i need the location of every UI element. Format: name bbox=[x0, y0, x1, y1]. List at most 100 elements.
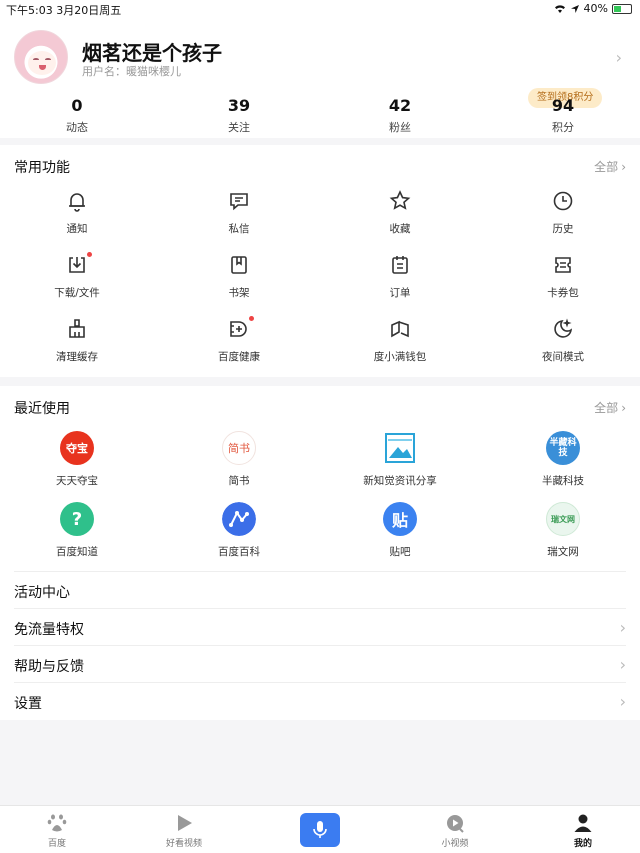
recent-more-link[interactable]: 全部 › bbox=[594, 399, 626, 416]
section-title: 最近使用 bbox=[14, 401, 70, 417]
func-clear-cache[interactable]: 清理缓存 bbox=[17, 317, 137, 364]
app-label: 百度百科 bbox=[218, 546, 260, 558]
download-icon bbox=[69, 257, 85, 273]
nickname: 烟茗还是个孩子 bbox=[82, 41, 222, 65]
battery-icon bbox=[612, 3, 632, 14]
menu-activity-center[interactable]: 活动中心 bbox=[14, 571, 626, 608]
menu-free-data[interactable]: 免流量特权 › bbox=[14, 608, 626, 645]
common-more-link[interactable]: 全部 › bbox=[594, 158, 626, 175]
common-functions-section: 常用功能 全部 › 通知 私信 收藏 历史 下载/文件 书架 订单 卡券包 清理缓… bbox=[0, 145, 640, 377]
app-banzang-tech[interactable]: 半藏科技 半藏科技 bbox=[493, 431, 633, 488]
wifi-icon bbox=[554, 4, 565, 13]
location-icon bbox=[570, 4, 579, 13]
tab-haokan-video[interactable]: 好看视频 bbox=[144, 812, 224, 849]
stat-followers[interactable]: 42 粉丝 bbox=[350, 96, 450, 135]
stat-following[interactable]: 39 关注 bbox=[189, 96, 289, 135]
clock-icon bbox=[553, 191, 573, 211]
tieba-logo: 贴 bbox=[383, 502, 417, 536]
voice-search-button[interactable] bbox=[300, 813, 340, 847]
tab-label: 好看视频 bbox=[165, 839, 202, 849]
bell-icon bbox=[69, 193, 85, 212]
tab-label: 百度 bbox=[47, 839, 66, 849]
status-right: 40% bbox=[554, 2, 632, 15]
app-label: 新知觉资讯分享 bbox=[363, 475, 437, 487]
chevron-right-icon: › bbox=[621, 160, 626, 174]
app-ruiwen[interactable]: 瑞文网 瑞文网 bbox=[493, 502, 633, 559]
mini-video-icon bbox=[447, 815, 464, 833]
bottom-tab-bar: 百度 好看视频 小视频 我的 bbox=[0, 805, 640, 853]
func-downloads[interactable]: 下载/文件 bbox=[17, 252, 137, 300]
menu-label: 免流量特权 bbox=[14, 622, 84, 638]
stat-label: 积分 bbox=[552, 121, 574, 134]
func-label: 通知 bbox=[66, 223, 88, 235]
stat-points[interactable]: 94 积分 bbox=[513, 96, 613, 135]
more-label: 全部 bbox=[594, 160, 619, 174]
func-label: 书架 bbox=[228, 287, 250, 299]
stat-label: 关注 bbox=[228, 121, 250, 134]
func-label: 卡券包 bbox=[547, 287, 579, 299]
mountain-logo-icon bbox=[385, 433, 415, 463]
chevron-right-icon: › bbox=[619, 618, 626, 637]
func-coupons[interactable]: 卡券包 bbox=[503, 253, 623, 300]
notification-dot bbox=[87, 252, 92, 257]
func-label: 夜间模式 bbox=[542, 351, 584, 363]
func-favorites[interactable]: 收藏 bbox=[340, 189, 460, 236]
avatar[interactable] bbox=[14, 30, 68, 84]
func-orders[interactable]: 订单 bbox=[340, 253, 460, 300]
func-baidu-health[interactable]: 百度健康 bbox=[179, 316, 299, 364]
tab-mini-video[interactable]: 小视频 bbox=[415, 812, 495, 849]
chevron-right-icon[interactable]: › bbox=[616, 48, 622, 67]
func-bookshelf[interactable]: 书架 bbox=[179, 253, 299, 300]
app-tiantian-duobao[interactable]: 夺宝 天天夺宝 bbox=[7, 431, 147, 488]
func-history[interactable]: 历史 bbox=[503, 189, 623, 236]
play-icon bbox=[178, 815, 192, 831]
menu-label: 活动中心 bbox=[14, 585, 70, 601]
tab-baidu[interactable]: 百度 bbox=[17, 812, 97, 849]
stat-posts[interactable]: 0 动态 bbox=[27, 96, 127, 135]
stat-value: 39 bbox=[227, 96, 251, 115]
app-label: 天天夺宝 bbox=[56, 475, 98, 487]
recent-section: 最近使用 全部 › 夺宝 天天夺宝 简书 简书 新知觉资讯分享 半藏科技 半藏科技… bbox=[0, 386, 640, 720]
func-label: 度小满钱包 bbox=[373, 351, 427, 363]
battery-percent: 40% bbox=[583, 2, 608, 15]
func-label: 历史 bbox=[552, 223, 574, 235]
banzang-logo: 半藏科技 bbox=[546, 431, 580, 465]
app-baidu-baike[interactable]: 百度百科 bbox=[169, 502, 309, 559]
wallet-icon bbox=[391, 320, 409, 338]
app-xinzhijue[interactable]: 新知觉资讯分享 bbox=[330, 431, 470, 488]
broom-icon bbox=[69, 319, 85, 338]
username: 用户名：暖猫咪樱儿 bbox=[82, 65, 181, 78]
func-wallet[interactable]: 度小满钱包 bbox=[340, 317, 460, 364]
func-label: 百度健康 bbox=[218, 351, 260, 363]
tab-mine[interactable]: 我的 bbox=[543, 812, 623, 849]
func-messages[interactable]: 私信 bbox=[179, 189, 299, 236]
more-label: 全部 bbox=[594, 401, 619, 415]
app-tieba[interactable]: 贴 贴吧 bbox=[330, 502, 470, 559]
stat-value: 42 bbox=[388, 96, 412, 115]
zhidao-logo: ? bbox=[60, 502, 94, 536]
section-title: 常用功能 bbox=[14, 160, 70, 176]
profile-header[interactable]: 烟茗还是个孩子 用户名：暖猫咪樱儿 › 签到领8积分 0 动态 39 关注 42… bbox=[0, 18, 640, 138]
chevron-right-icon: › bbox=[619, 692, 626, 711]
ruiwen-logo: 瑞文网 bbox=[546, 502, 580, 536]
tab-label: 小视频 bbox=[441, 839, 469, 849]
chevron-right-icon: › bbox=[621, 401, 626, 415]
duobao-logo: 夺宝 bbox=[60, 431, 94, 465]
app-jianshu[interactable]: 简书 简书 bbox=[169, 431, 309, 488]
person-icon bbox=[574, 814, 592, 832]
menu-help-feedback[interactable]: 帮助与反馈 › bbox=[14, 645, 626, 682]
func-label: 清理缓存 bbox=[56, 351, 98, 363]
app-baidu-zhidao[interactable]: ? 百度知道 bbox=[7, 502, 147, 559]
func-notification[interactable]: 通知 bbox=[17, 189, 137, 236]
menu-settings[interactable]: 设置 › bbox=[14, 682, 626, 719]
chevron-right-icon: › bbox=[619, 655, 626, 674]
status-time: 下午5:03 3月20日周五 bbox=[6, 4, 122, 17]
app-label: 百度知道 bbox=[56, 546, 98, 558]
menu-label: 设置 bbox=[14, 696, 42, 712]
menu-label: 帮助与反馈 bbox=[14, 659, 84, 675]
tab-label: 我的 bbox=[573, 839, 592, 849]
stat-label: 粉丝 bbox=[389, 121, 411, 134]
func-night-mode[interactable]: 夜间模式 bbox=[503, 317, 623, 364]
bookmark-icon bbox=[231, 256, 247, 274]
baike-logo-icon bbox=[222, 502, 256, 536]
